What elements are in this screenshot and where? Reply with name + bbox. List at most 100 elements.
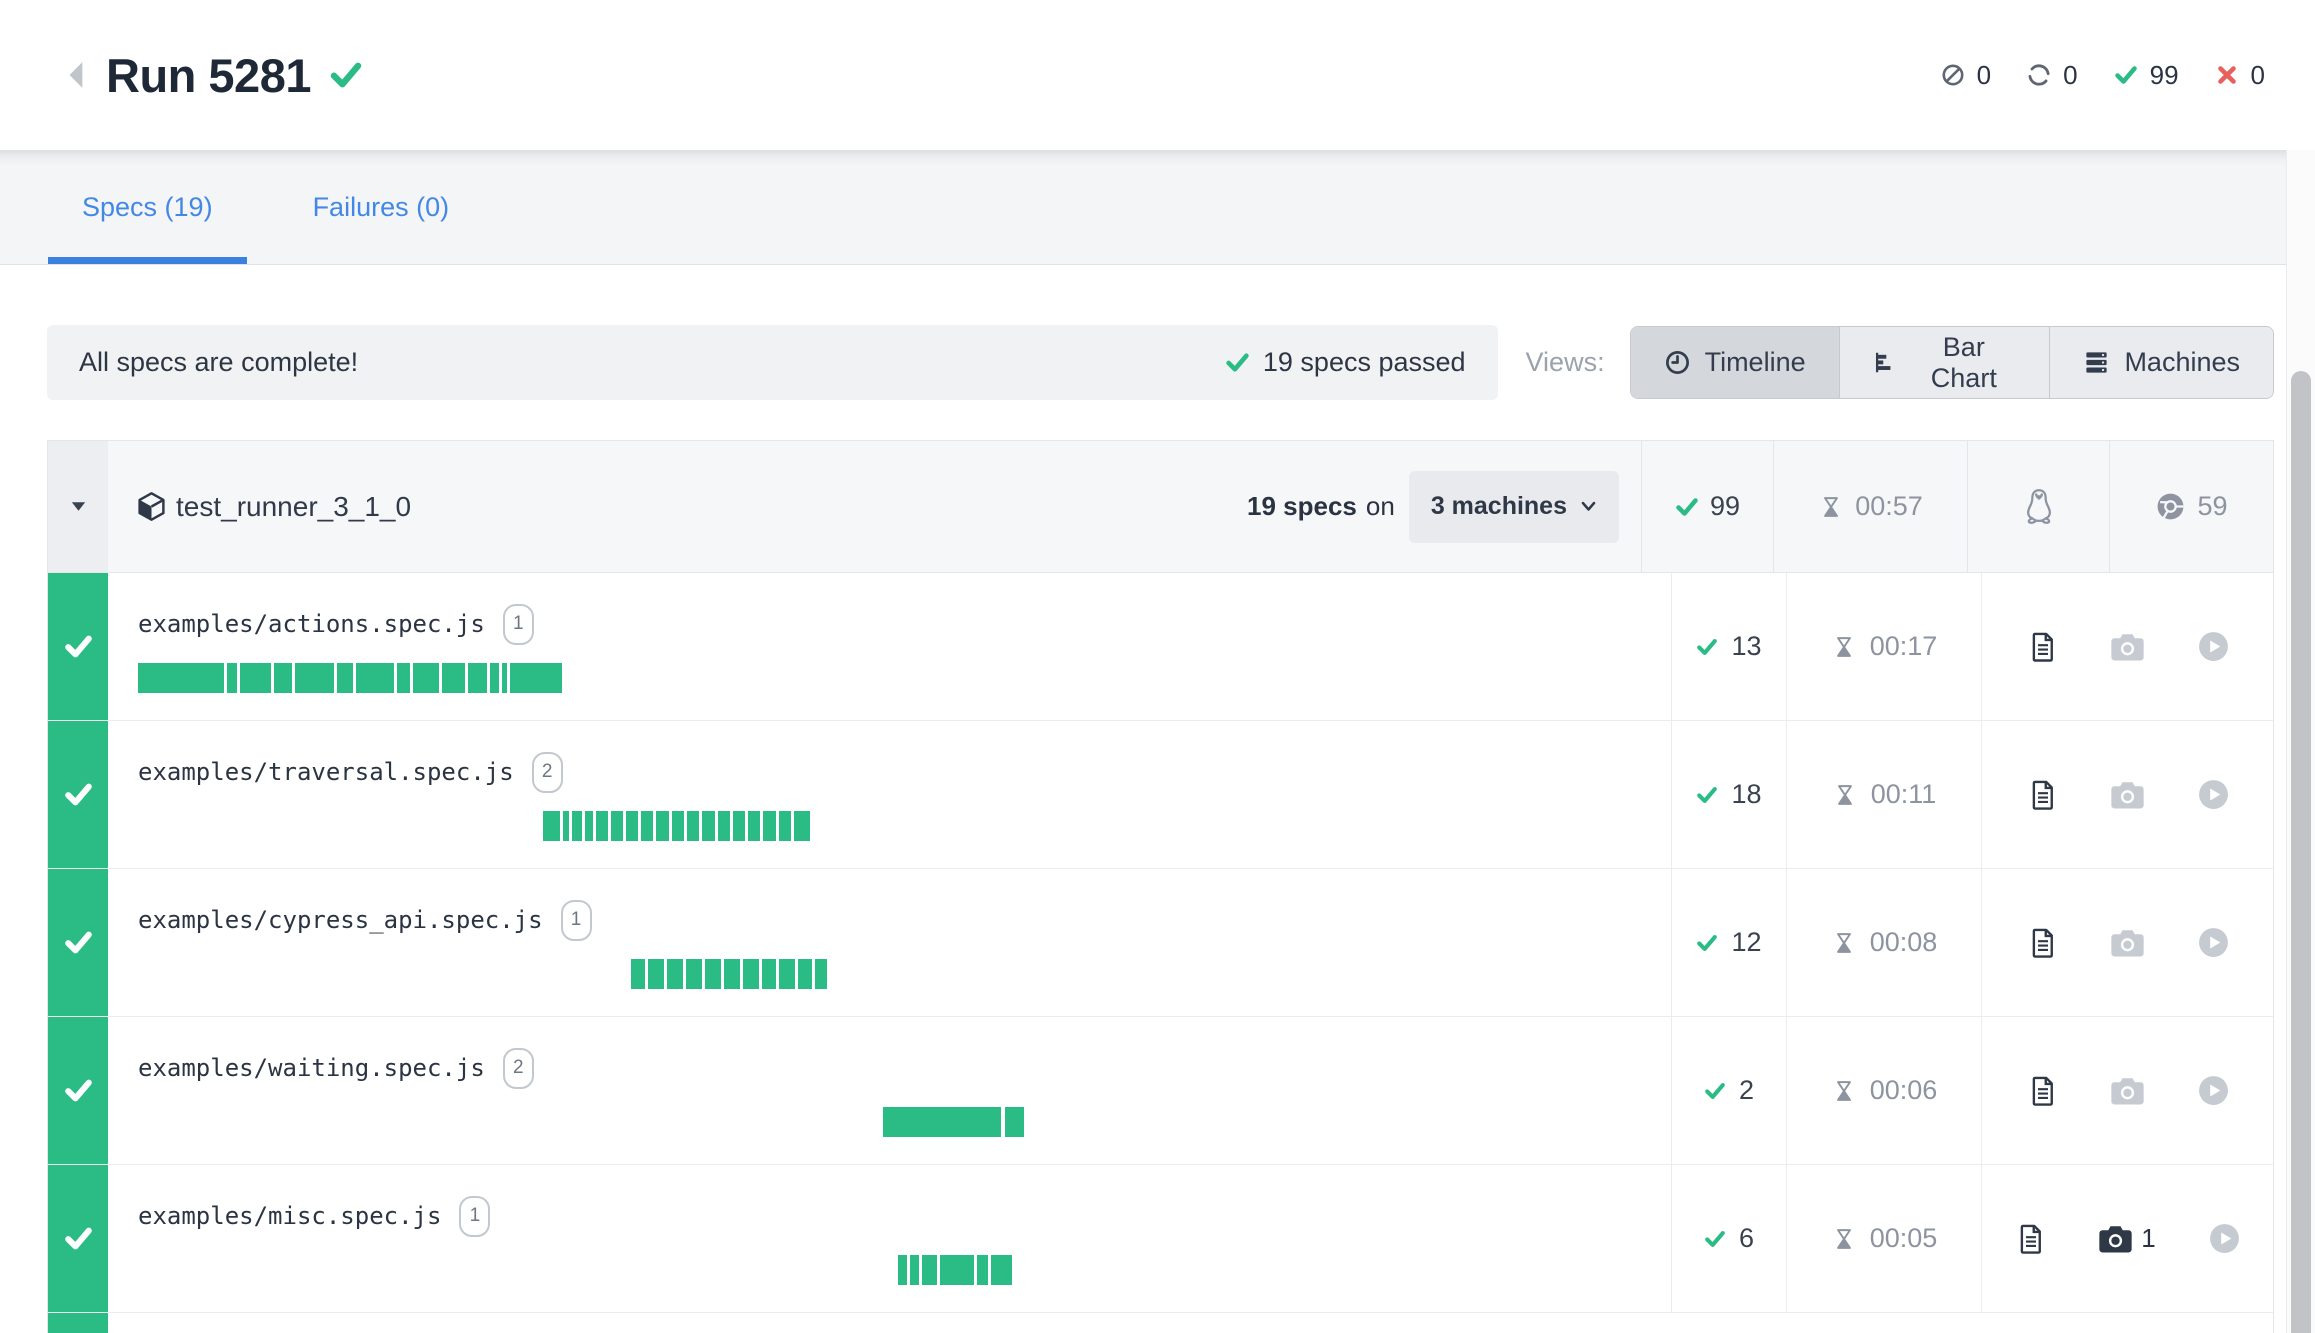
timeline-segment[interactable] — [490, 663, 499, 693]
timeline-segment[interactable] — [295, 663, 334, 693]
video-icon[interactable] — [2197, 630, 2230, 663]
timeline-segment[interactable] — [563, 811, 569, 841]
timeline-segment[interactable] — [397, 663, 410, 693]
timeline-segment[interactable] — [910, 1255, 919, 1285]
timeline-segment[interactable] — [977, 1255, 988, 1285]
timeline-segment[interactable] — [585, 811, 593, 841]
timeline-segment[interactable] — [356, 663, 394, 693]
timeline-segment[interactable] — [705, 959, 721, 989]
timeline-segment[interactable] — [510, 663, 562, 693]
spec-duration-cell: 00:08 — [1786, 869, 1981, 1016]
screenshots-icon[interactable] — [2110, 632, 2145, 662]
timeline-segment[interactable] — [748, 811, 760, 841]
output-icon[interactable] — [2028, 778, 2058, 812]
tab-specs[interactable]: Specs (19) — [48, 150, 247, 264]
group-collapse-button[interactable] — [48, 441, 108, 572]
timeline-segment[interactable] — [686, 959, 702, 989]
timeline-segment[interactable] — [1005, 1107, 1024, 1137]
timeline-segment[interactable] — [572, 811, 582, 841]
timeline-segment[interactable] — [641, 811, 653, 841]
screenshots-icon[interactable] — [2110, 780, 2145, 810]
timeline-segment[interactable] — [596, 811, 608, 841]
screenshots-icon[interactable] — [2110, 1076, 2145, 1106]
timeline-segment[interactable] — [940, 1255, 974, 1285]
spec-timeline-bar[interactable] — [138, 663, 562, 693]
timeline-segment[interactable] — [743, 959, 759, 989]
timeline-segment[interactable] — [648, 959, 664, 989]
check-icon — [64, 1224, 93, 1253]
bar-chart-view-button[interactable]: Bar Chart — [1839, 327, 2050, 398]
timeline-view-button[interactable]: Timeline — [1631, 327, 1839, 398]
timeline-segment[interactable] — [883, 1107, 1001, 1137]
spec-row[interactable]: examples/cypress_api.spec.js 1 12 00:08 — [48, 869, 2273, 1017]
timeline-segment[interactable] — [631, 959, 645, 989]
back-button[interactable] — [64, 60, 90, 90]
machines-dropdown[interactable]: 3 machines — [1409, 471, 1619, 543]
timeline-segment[interactable] — [502, 663, 507, 693]
timeline-segment[interactable] — [922, 1255, 937, 1285]
timeline-segment[interactable] — [763, 811, 776, 841]
spec-row[interactable]: examples/waiting.spec.js 2 2 00:06 — [48, 1017, 2273, 1165]
timeline-segment[interactable] — [468, 663, 487, 693]
screenshots-icon[interactable]: 1 — [2098, 1223, 2155, 1254]
timeline-segment[interactable] — [794, 811, 810, 841]
spec-file-name[interactable]: examples/actions.spec.js — [138, 610, 485, 638]
banner-message: All specs are complete! — [79, 347, 358, 378]
spec-machine-badge: 1 — [561, 900, 592, 941]
spec-timeline-bar[interactable] — [631, 959, 827, 989]
timeline-segment[interactable] — [762, 959, 776, 989]
timeline-segment[interactable] — [724, 959, 740, 989]
video-icon[interactable] — [2197, 778, 2230, 811]
spec-row[interactable]: examples/misc.spec.js 1 6 00:05 — [48, 1165, 2273, 1313]
spec-duration-cell: 00:05 — [1786, 1165, 1981, 1312]
chevron-left-icon — [64, 60, 90, 90]
spec-file-name[interactable]: examples/cypress_api.spec.js — [138, 906, 543, 934]
spec-timeline-bar[interactable] — [543, 811, 810, 841]
machines-view-button[interactable]: Machines — [2049, 327, 2273, 398]
screenshots-icon[interactable] — [2110, 928, 2145, 958]
timeline-segment[interactable] — [733, 811, 745, 841]
video-icon[interactable] — [2197, 1074, 2230, 1107]
tab-failures-label: Failures (0) — [313, 192, 450, 223]
output-icon[interactable] — [2028, 1074, 2058, 1108]
spec-file-name[interactable]: examples/traversal.spec.js — [138, 758, 514, 786]
check-icon — [1696, 932, 1718, 954]
timeline-segment[interactable] — [991, 1255, 1012, 1285]
timeline-segment[interactable] — [442, 663, 465, 693]
timeline-segment[interactable] — [138, 663, 224, 693]
timeline-segment[interactable] — [611, 811, 623, 841]
video-icon[interactable] — [2197, 926, 2230, 959]
tab-failures[interactable]: Failures (0) — [279, 150, 484, 264]
output-icon[interactable] — [2028, 630, 2058, 664]
spec-file-name[interactable]: examples/misc.spec.js — [138, 1202, 441, 1230]
timeline-segment[interactable] — [413, 663, 439, 693]
timeline-segment[interactable] — [667, 959, 683, 989]
output-icon[interactable] — [2028, 926, 2058, 960]
timeline-segment[interactable] — [718, 811, 730, 841]
spec-name-line: examples/traversal.spec.js 2 — [138, 751, 1671, 793]
timeline-segment[interactable] — [543, 811, 560, 841]
timeline-segment[interactable] — [656, 811, 669, 841]
timeline-segment[interactable] — [898, 1255, 907, 1285]
output-icon[interactable] — [2016, 1222, 2046, 1256]
video-icon[interactable] — [2208, 1222, 2241, 1255]
spec-row[interactable]: examples/actions.spec.js 1 13 00:17 — [48, 573, 2273, 721]
timeline-segment[interactable] — [227, 663, 237, 693]
spec-timeline-bar[interactable] — [883, 1107, 1024, 1137]
spec-file-name[interactable]: examples/waiting.spec.js — [138, 1054, 485, 1082]
timeline-segment[interactable] — [779, 811, 791, 841]
timeline-segment[interactable] — [672, 811, 684, 841]
spec-timeline-bar[interactable] — [898, 1255, 1012, 1285]
scrollbar-thumb[interactable] — [2291, 371, 2311, 1333]
timeline-segment[interactable] — [240, 663, 271, 693]
timeline-segment[interactable] — [702, 811, 715, 841]
timeline-segment[interactable] — [337, 663, 353, 693]
timeline-segment[interactable] — [687, 811, 699, 841]
group-specs-count: 19 specs — [1247, 491, 1357, 522]
timeline-segment[interactable] — [815, 959, 827, 989]
timeline-segment[interactable] — [626, 811, 638, 841]
timeline-segment[interactable] — [779, 959, 795, 989]
spec-row[interactable]: examples/traversal.spec.js 2 18 00:11 — [48, 721, 2273, 869]
timeline-segment[interactable] — [798, 959, 812, 989]
timeline-segment[interactable] — [274, 663, 292, 693]
